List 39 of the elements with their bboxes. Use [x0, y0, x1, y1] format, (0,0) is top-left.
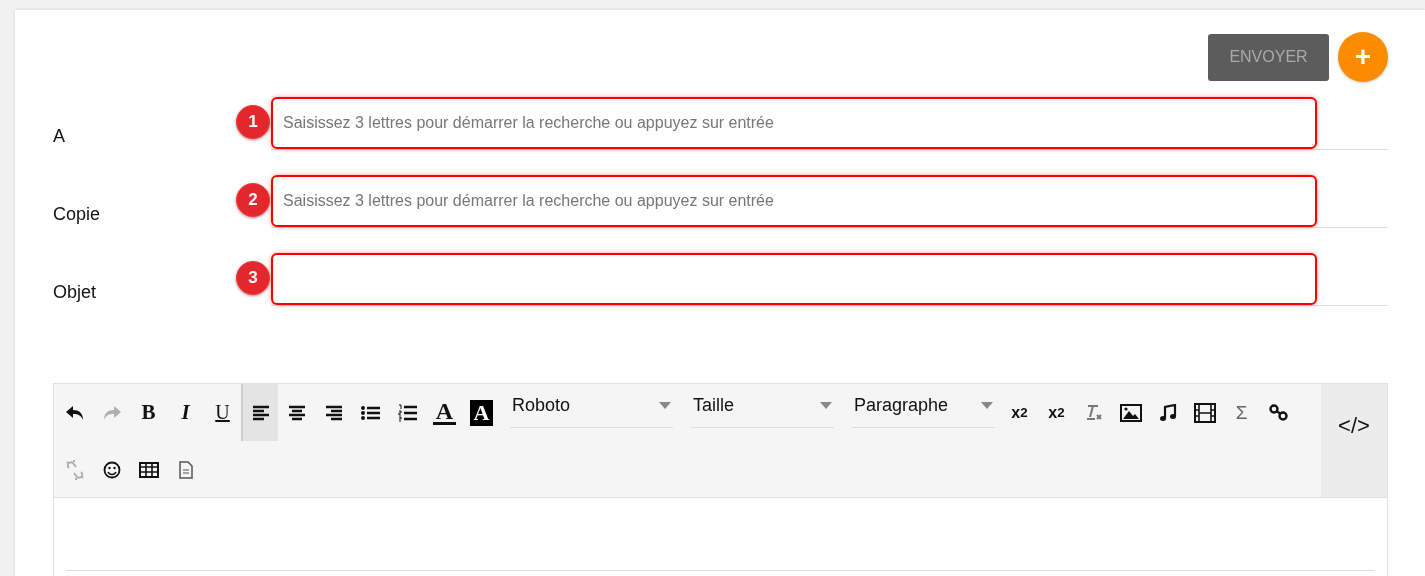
input-field[interactable]: Saisissez 3 lettres pour démarrer la recherche ou appuyez sur entrée — [271, 97, 1317, 149]
bullet-list-icon — [360, 404, 381, 421]
bold-button[interactable]: B — [130, 384, 167, 441]
number-badge: 1 — [236, 105, 270, 139]
align-right-icon — [324, 404, 343, 421]
table-icon — [138, 461, 159, 478]
code-view-button[interactable]: </> — [1321, 384, 1387, 497]
caret-icon — [981, 402, 993, 409]
link-icon — [1268, 403, 1289, 422]
clear-format-icon — [1084, 404, 1103, 421]
image-icon — [1119, 403, 1142, 422]
film-icon — [1193, 402, 1216, 423]
redo-icon — [101, 404, 122, 421]
dropdown[interactable]: Roboto — [510, 384, 673, 428]
caret-icon — [659, 402, 671, 409]
number-badge: 3 — [236, 261, 270, 295]
underline-button[interactable]: U — [204, 384, 241, 441]
formula-button[interactable]: Σ — [1223, 384, 1260, 441]
italic-button[interactable]: I — [167, 384, 204, 441]
dropdown[interactable]: Paragraphe — [852, 384, 995, 428]
field-label: A — [53, 126, 65, 146]
caret-icon — [820, 402, 832, 409]
unlink-icon — [64, 459, 85, 480]
align-center-icon — [287, 404, 306, 421]
dropdown[interactable]: Taille — [691, 384, 834, 428]
numbered-list-icon — [397, 403, 418, 422]
music-note-icon — [1158, 403, 1177, 422]
number-badge: 2 — [236, 183, 270, 217]
input-field[interactable] — [271, 253, 1317, 305]
smiley-icon — [102, 460, 121, 479]
text-color-button[interactable]: A — [426, 384, 463, 441]
field-label: Objet — [53, 282, 97, 302]
undo-icon — [64, 404, 85, 421]
field-label: Copie — [53, 204, 101, 224]
align-left-button[interactable] — [241, 384, 278, 441]
input-field[interactable]: Saisissez 3 lettres pour démarrer la recherche ou appuyez sur entrée — [271, 175, 1317, 227]
document-icon — [178, 460, 193, 479]
align-left-icon — [251, 404, 270, 421]
background-color-button[interactable]: A — [463, 384, 500, 441]
